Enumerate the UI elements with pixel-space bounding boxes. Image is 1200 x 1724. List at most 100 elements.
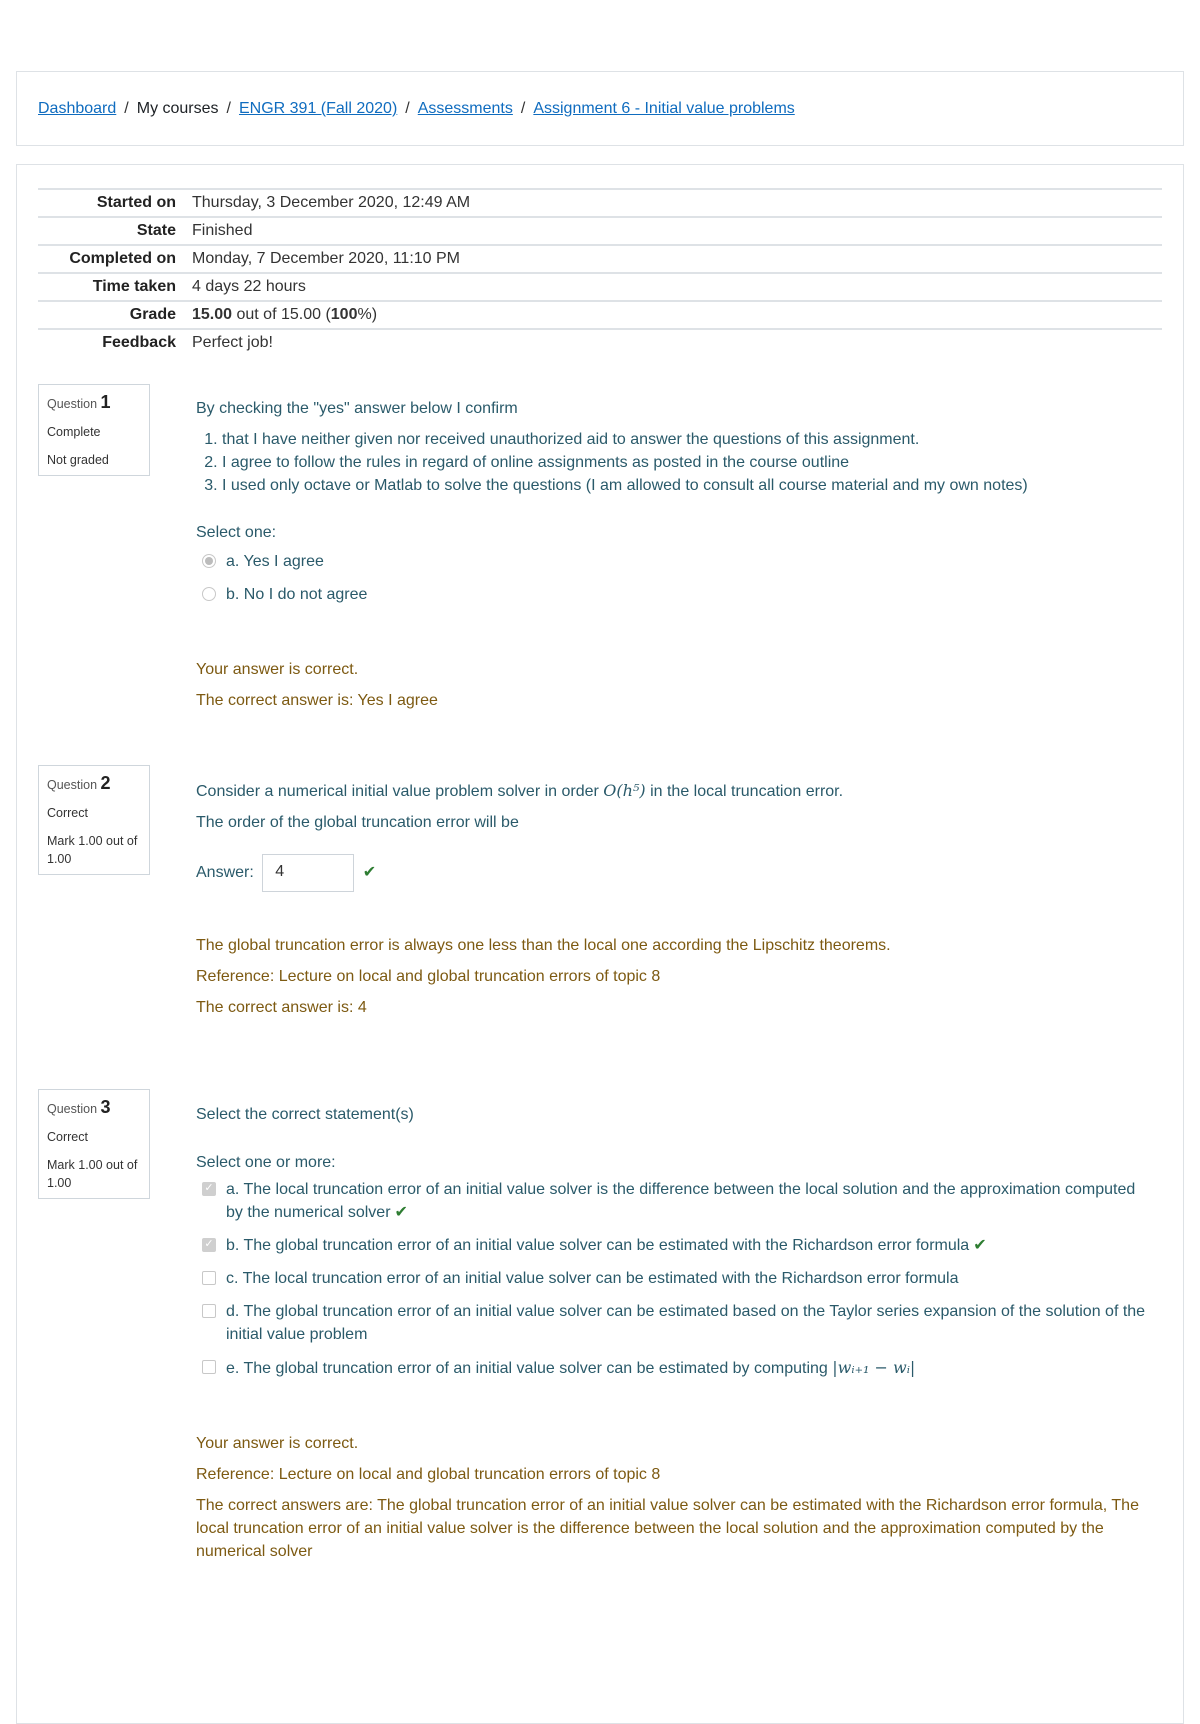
summary-value: 4 days 22 hours [192,272,1162,301]
breadcrumb-course[interactable]: ENGR 391 (Fall 2020) [239,100,397,118]
checkbox-unchecked[interactable] [202,1304,216,1318]
select-prompt: Select one or more: [196,1154,336,1171]
summary-value: Thursday, 3 December 2020, 12:49 AM [192,188,1162,217]
question-text: Consider a numerical initial value probl… [196,779,1146,803]
option-text: b. The global truncation error of an ini… [226,1237,970,1254]
summary-row-completed: Completed on Monday, 7 December 2020, 11… [38,244,1162,273]
breadcrumb-my-courses: My courses [136,99,219,117]
question-2-info: Question 2 Correct Mark 1.00 out of 1.00 [38,765,150,875]
summary-value: Perfect job! [192,328,1162,356]
correct-tick-icon: ✔ [362,864,377,882]
feedback-line: The correct answers are: The global trun… [196,1497,1139,1560]
math-expression: O(h⁵) [603,781,646,800]
question-status: Correct [47,806,88,820]
grade-percent: 100 [330,306,358,323]
option-c[interactable]: c. The local truncation error of an init… [196,1267,1146,1290]
option-label: d. The global truncation error of an ini… [226,1303,1146,1343]
feedback-line: The correct answer is: Yes I agree [196,692,438,709]
summary-label: State [38,216,192,245]
answer-input[interactable]: 4 [262,854,355,892]
question-mark: Mark 1.00 out of 1.00 [47,834,138,866]
option-label: b. No I do not agree [226,586,368,603]
question-number-value: 2 [100,773,111,793]
question-3-content: Select the correct statement(s) Select o… [196,1103,1146,1563]
option-d[interactable]: d. The global truncation error of an ini… [196,1300,1146,1346]
summary-value: Monday, 7 December 2020, 11:10 PM [192,244,1162,273]
question-text: By checking the "yes" answer below I con… [196,400,518,417]
feedback-line: Reference: Lecture on local and global t… [196,968,661,985]
summary-row-feedback: Feedback Perfect job! [38,328,1162,356]
feedback-line: Reference: Lecture on local and global t… [196,1466,661,1483]
list-item: I used only octave or Matlab to solve th… [222,474,1146,497]
question-mark: Mark 1.00 out of 1.00 [47,1158,138,1190]
question-number: Question 3 [47,1098,141,1118]
list-item: that I have neither given nor received u… [222,428,1146,451]
radio-unselected[interactable] [202,587,216,601]
summary-row-state: State Finished [38,216,1162,245]
question-status: Correct [47,1130,88,1144]
question-1-content: By checking the "yes" answer below I con… [196,397,1146,712]
feedback-line: Your answer is correct. [196,1435,359,1452]
feedback-line: The correct answer is: 4 [196,999,367,1016]
select-prompt: Select one: [196,524,277,541]
question-text-part: Consider a numerical initial value probl… [196,783,604,800]
answer-row: Answer: 4 ✔ [196,854,1146,892]
checkbox-checked[interactable]: ✓ [202,1182,216,1196]
question-number: Question 2 [47,774,141,794]
breadcrumb: Dashboard / My courses / ENGR 391 (Fall … [16,71,1184,146]
summary-row-started: Started on Thursday, 3 December 2020, 12… [38,188,1162,217]
summary-label: Started on [38,188,192,217]
question-number-value: 3 [100,1097,111,1117]
question-mark: Not graded [47,453,109,467]
question-text-part: in the local truncation error. [645,783,844,800]
option-a[interactable]: a. Yes I agree [196,550,1146,573]
summary-label: Grade [38,300,192,329]
option-label: b. The global truncation error of an ini… [226,1234,987,1257]
breadcrumb-dashboard[interactable]: Dashboard [38,100,116,118]
option-label: a. The local truncation error of an init… [226,1178,1146,1224]
summary-value: 15.00 out of 15.00 (100%) [192,300,1162,329]
breadcrumb-assessments[interactable]: Assessments [418,100,513,118]
question-status: Complete [47,425,101,439]
question-2-content: Consider a numerical initial value probl… [196,779,1146,1019]
question-1-info: Question 1 Complete Not graded [38,384,150,476]
option-label: c. The local truncation error of an init… [226,1270,959,1287]
question-text-2: The order of the global truncation error… [196,814,519,831]
option-b[interactable]: b. No I do not agree [196,583,1146,606]
math-expression: |wᵢ₊₁ − wᵢ| [832,1358,916,1377]
checkbox-unchecked[interactable] [202,1360,216,1374]
breadcrumb-separator: / [124,99,129,117]
option-a[interactable]: ✓ a. The local truncation error of an in… [196,1178,1146,1224]
feedback-line: Your answer is correct. [196,661,359,678]
correct-tick-icon: ✔ [394,1204,408,1221]
breadcrumb-separator: / [226,99,231,117]
question-number: Question 1 [47,393,141,413]
option-text: a. The local truncation error of an init… [226,1181,1136,1221]
breadcrumb-assignment[interactable]: Assignment 6 - Initial value problems [533,100,794,118]
checkbox-checked[interactable]: ✓ [202,1238,216,1252]
summary-row-time-taken: Time taken 4 days 22 hours [38,272,1162,301]
option-b[interactable]: ✓ b. The global truncation error of an i… [196,1234,1146,1257]
option-label: a. Yes I agree [226,553,324,570]
confirmation-list: that I have neither given nor received u… [196,428,1146,497]
breadcrumb-separator: / [520,99,526,117]
summary-value: Finished [192,216,1162,245]
summary-label: Feedback [38,328,192,356]
checkbox-unchecked[interactable] [202,1271,216,1285]
question-label: Question [47,778,98,792]
summary-label: Time taken [38,272,192,301]
attempt-summary-table: Started on Thursday, 3 December 2020, 12… [38,188,1162,356]
radio-selected[interactable] [202,554,216,568]
question-label: Question [47,397,98,411]
list-item: I agree to follow the rules in regard of… [222,451,1146,474]
question-text: Select the correct statement(s) [196,1106,414,1123]
answer-label: Answer: [196,864,254,882]
option-label: e. The global truncation error of an ini… [226,1356,915,1380]
breadcrumb-separator: / [405,99,410,117]
grade-out-of: out of 15.00 ( [232,306,331,323]
question-number-value: 1 [100,392,111,412]
grade-suffix: %) [357,306,378,323]
option-e[interactable]: e. The global truncation error of an ini… [196,1356,1146,1380]
summary-label: Completed on [38,244,192,273]
question-3-info: Question 3 Correct Mark 1.00 out of 1.00 [38,1089,150,1199]
